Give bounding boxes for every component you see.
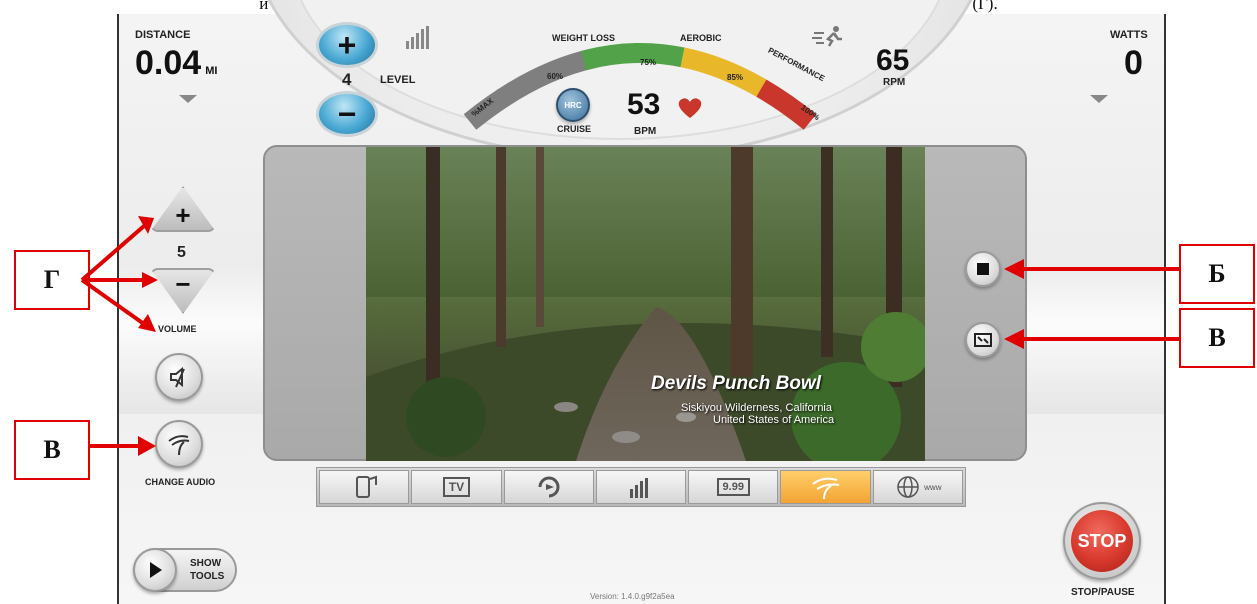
heart-rate-value: 53	[627, 88, 661, 121]
price-icon: 9.99	[716, 478, 750, 496]
stop-button[interactable]: STOP	[1063, 502, 1141, 580]
annotation-box-v-right: В	[1179, 308, 1255, 368]
level-label: LEVEL	[380, 74, 416, 86]
stop-pause-label: STOP/PAUSE	[1071, 587, 1135, 598]
square-stop-icon	[977, 263, 989, 275]
pct-label-85: 85%	[727, 73, 744, 82]
media-tab-bar: TV 9.99 www	[316, 467, 966, 507]
scenic-video[interactable]: Devils Punch Bowl Siskiyou Wilderness, C…	[366, 147, 925, 461]
pct-label-60: 60%	[547, 72, 564, 81]
change-audio-label: CHANGE AUDIO	[145, 477, 216, 487]
tab-phone-music[interactable]	[319, 470, 410, 504]
fullscreen-icon	[974, 333, 992, 347]
distance-unit: MI	[205, 65, 218, 77]
mute-button[interactable]	[155, 353, 203, 401]
level-bars-icon	[406, 26, 429, 49]
volume-label: VOLUME	[158, 324, 197, 334]
scenic-route-icon	[811, 477, 839, 500]
tab-www[interactable]: www	[872, 470, 963, 504]
tab-price[interactable]: 9.99	[688, 470, 779, 504]
rpm-value: 65	[876, 44, 910, 77]
distance-label: DISTANCE	[135, 29, 191, 41]
cruise-label: CRUISE	[557, 124, 592, 134]
distance-number: 0.04	[135, 44, 202, 82]
hrc-icon: HRC	[564, 100, 582, 110]
show-tools-line2: TOOLS	[190, 571, 225, 582]
rpm-label: RPM	[883, 77, 906, 88]
watts-value: 0	[1124, 44, 1143, 82]
zone-label-aerobic: AEROBIC	[680, 33, 722, 43]
tab-scenic-route[interactable]	[780, 470, 871, 504]
tab-tv[interactable]: TV	[411, 470, 502, 504]
plus-icon: +	[337, 27, 357, 63]
replay-icon	[538, 476, 560, 498]
tv-icon: TV	[442, 477, 471, 497]
plus-icon: +	[175, 199, 191, 230]
zone-label-weight-loss: WEIGHT LOSS	[552, 33, 615, 43]
watts-toggle-icon[interactable]	[1090, 95, 1108, 103]
version-text: Version: 1.4.0.g9f2a5ea	[590, 592, 675, 601]
stop-red-disc: STOP	[1071, 510, 1133, 572]
pct-label-75: 75%	[640, 58, 657, 67]
forest-trail-image	[366, 147, 925, 461]
stop-video-button[interactable]	[965, 251, 1001, 287]
tab-workouts[interactable]	[595, 470, 687, 504]
cadence-runner-icon	[812, 26, 842, 47]
level-down-button[interactable]: −	[316, 91, 378, 137]
show-tools-line1: SHOW	[190, 558, 222, 569]
play-circle	[133, 548, 177, 592]
heart-icon	[678, 98, 702, 118]
annotation-box-g: Г	[14, 250, 90, 310]
distance-value: 0.04 MI	[135, 44, 217, 83]
level-up-button[interactable]: +	[316, 22, 378, 68]
fullscreen-button[interactable]	[965, 322, 1001, 358]
annotation-box-v-left: В	[14, 420, 90, 480]
show-tools-button[interactable]: SHOW TOOLS	[133, 548, 237, 592]
distance-toggle-icon[interactable]	[179, 95, 197, 103]
heart-rate-zone-arc	[463, 43, 817, 130]
minus-icon: −	[337, 96, 357, 132]
speaker-mute-icon	[170, 366, 185, 388]
volume-value: 5	[177, 244, 186, 261]
video-country: United States of America	[713, 414, 835, 426]
www-label: www	[924, 482, 942, 492]
phone-music-icon	[356, 475, 378, 498]
scenic-audio-icon	[168, 435, 190, 456]
show-tools-label: SHOW TOOLS	[190, 557, 224, 583]
video-location: Siskiyou Wilderness, California	[681, 402, 832, 414]
stop-label: STOP	[1077, 530, 1127, 551]
workout-bars-icon	[629, 478, 648, 498]
tab-replay[interactable]	[503, 470, 594, 504]
price-icon-label: 9.99	[722, 481, 744, 493]
minus-icon: −	[175, 268, 191, 299]
tv-icon-label: TV	[448, 480, 465, 494]
video-title: Devils Punch Bowl	[651, 373, 821, 394]
annotation-box-b: Б	[1179, 244, 1255, 304]
hrc-button[interactable]: HRC	[556, 88, 590, 122]
play-icon	[150, 562, 162, 578]
change-audio-button[interactable]	[155, 420, 203, 468]
bpm-label: BPM	[634, 126, 657, 137]
watts-label: WATTS	[1110, 29, 1148, 41]
level-value: 4	[342, 70, 352, 89]
